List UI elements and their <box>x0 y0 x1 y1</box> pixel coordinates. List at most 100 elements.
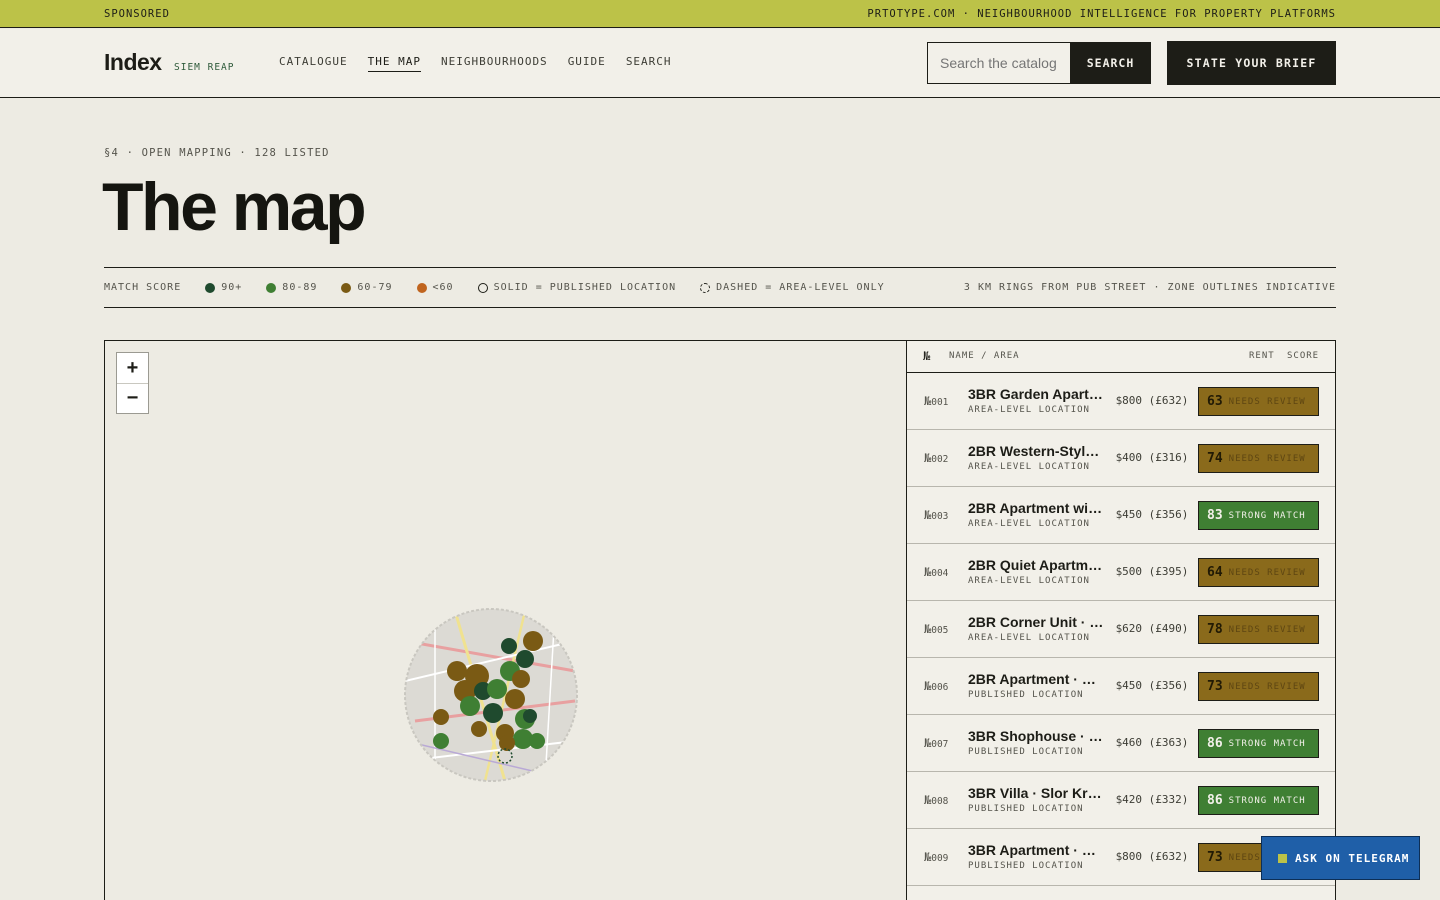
map-graphic[interactable] <box>105 341 906 900</box>
score-badge: 64 NEEDS REVIEW <box>1198 558 1319 587</box>
score-value: 86 <box>1207 736 1223 751</box>
listing-rent: $500 (£395) <box>1115 565 1189 578</box>
listing-number: №008 <box>924 793 948 807</box>
header-score: SCORE <box>1287 351 1320 361</box>
listing-row[interactable]: №002 2BR Western-Style Apartment AREA-LEVE… <box>907 430 1335 487</box>
listing-location-type: AREA-LEVEL LOCATION <box>968 576 1090 586</box>
marker[interactable] <box>499 735 515 751</box>
listing-name[interactable]: 2BR Western-Style Apartment <box>968 443 1104 459</box>
listing-rent: $400 (£316) <box>1115 451 1189 464</box>
number-value: 008 <box>931 796 949 807</box>
listing-rent: $620 (£490) <box>1115 622 1189 635</box>
listing-rent: $800 (£632) <box>1115 394 1189 407</box>
listing-name[interactable]: 3BR Apartment · Svay Dangkum <box>968 842 1104 858</box>
marker[interactable] <box>483 703 503 723</box>
score-label: NEEDS REVIEW <box>1228 567 1306 578</box>
dot-icon <box>266 282 277 293</box>
marker[interactable] <box>433 709 449 725</box>
section-eyebrow: §4 · OPEN MAPPING · 128 LISTED <box>104 147 330 159</box>
listing-location-type: PUBLISHED LOCATION <box>968 690 1084 700</box>
logo-city: SIEM REAP <box>174 62 235 73</box>
listing-name[interactable]: 3BR Villa · Slor Kram <box>968 785 1104 801</box>
telegram-label: ASK ON TELEGRAM <box>1295 851 1410 865</box>
number-value: 005 <box>931 625 949 636</box>
marker[interactable] <box>471 721 487 737</box>
zoom-out-button[interactable]: − <box>117 383 148 413</box>
sponsor-label: SPONSORED <box>104 7 170 20</box>
ask-telegram-button[interactable]: ASK ON TELEGRAM <box>1261 836 1420 880</box>
search-button[interactable]: SEARCH <box>1070 42 1151 84</box>
marker[interactable] <box>433 733 449 749</box>
listing-row[interactable]: №003 2BR Apartment with Pool AREA-LEVEL LO… <box>907 487 1335 544</box>
listing-number: №006 <box>924 679 948 693</box>
nav-the-map[interactable]: THE MAP <box>367 55 421 72</box>
listing-rent: $800 (£632) <box>1115 850 1189 863</box>
marker[interactable] <box>505 689 525 709</box>
listing-name[interactable]: 2BR Corner Unit · Sala Kamreuk <box>968 614 1104 630</box>
score-badge: 73 NEEDS REVIEW <box>1198 672 1319 701</box>
listing-location-type: AREA-LEVEL LOCATION <box>968 405 1090 415</box>
map-canvas[interactable]: + − <box>104 340 906 900</box>
number-value: 001 <box>931 397 949 408</box>
dot-icon <box>205 282 216 293</box>
nav-search[interactable]: SEARCH <box>626 55 672 72</box>
marker[interactable] <box>501 638 517 654</box>
listing-row[interactable]: №004 2BR Quiet Apartment · Svay Dangkum AR… <box>907 544 1335 601</box>
listing-location-type: PUBLISHED LOCATION <box>968 804 1084 814</box>
legend-dashed-label: DASHED = AREA-LEVEL ONLY <box>716 282 885 293</box>
listing-name[interactable]: 2BR Apartment with Pool <box>968 500 1104 516</box>
marker[interactable] <box>516 650 534 668</box>
nav-guide[interactable]: GUIDE <box>568 55 606 72</box>
listing-number: №001 <box>924 394 948 408</box>
legend-label: MATCH SCORE <box>104 282 182 293</box>
logo[interactable]: Index <box>104 49 162 76</box>
number-value: 004 <box>931 568 949 579</box>
legend-dashed: DASHED = AREA-LEVEL ONLY <box>700 282 885 293</box>
marker[interactable] <box>487 679 507 699</box>
listing-name[interactable]: 2BR Quiet Apartment · Svay Dangkum <box>968 557 1104 573</box>
marker[interactable] <box>460 696 480 716</box>
nav-neighbourhoods[interactable]: NEIGHBOURHOODS <box>441 55 548 72</box>
listing-number: №004 <box>924 565 948 579</box>
score-value: 64 <box>1207 565 1223 580</box>
listing-location-type: AREA-LEVEL LOCATION <box>968 519 1090 529</box>
dot-icon <box>341 282 352 293</box>
listing-location-type: AREA-LEVEL LOCATION <box>968 462 1090 472</box>
listing-row[interactable]: №008 3BR Villa · Slor Kram PUBLISHED LOCAT… <box>907 772 1335 829</box>
score-label: NEEDS REVIEW <box>1228 453 1306 464</box>
listing-rent: $450 (£356) <box>1115 508 1189 521</box>
listing-name[interactable]: 3BR Garden Apartment · Wat Bo <box>968 386 1104 402</box>
marker[interactable] <box>512 670 530 688</box>
sponsor-link[interactable]: PRTOTYPE.COM · NEIGHBOURHOOD INTELLIGENC… <box>867 8 1336 20</box>
listing-location-type: PUBLISHED LOCATION <box>968 747 1084 757</box>
listing-row[interactable]: №006 2BR Apartment · Slor Kram PUBLISHED L… <box>907 658 1335 715</box>
score-badge: 86 STRONG MATCH <box>1198 786 1319 815</box>
zoom-in-button[interactable]: + <box>117 353 148 383</box>
header-name-area: NAME / AREA <box>949 351 1020 361</box>
marker[interactable] <box>529 733 545 749</box>
listing-row[interactable]: №005 2BR Corner Unit · Sala Kamreuk AREA-L… <box>907 601 1335 658</box>
listing-rent: $460 (£363) <box>1115 736 1189 749</box>
search-input[interactable] <box>927 42 1071 84</box>
legend-solid: SOLID = PUBLISHED LOCATION <box>477 282 677 293</box>
score-badge: 74 NEEDS REVIEW <box>1198 444 1319 473</box>
score-value: 73 <box>1207 679 1223 694</box>
legend-solid-label: SOLID = PUBLISHED LOCATION <box>493 282 677 293</box>
number-value: 009 <box>931 853 949 864</box>
legend-tier-80: 80-89 <box>266 282 317 293</box>
marker[interactable] <box>523 631 543 651</box>
score-value: 86 <box>1207 793 1223 808</box>
score-label: NEEDS REVIEW <box>1228 624 1306 635</box>
score-badge: 63 NEEDS REVIEW <box>1198 387 1319 416</box>
nav-catalogue[interactable]: CATALOGUE <box>279 55 348 72</box>
listing-row[interactable]: №007 3BR Shophouse · Wat Damnak PUBLISHED … <box>907 715 1335 772</box>
score-value: 73 <box>1207 850 1223 865</box>
listing-name[interactable]: 3BR Shophouse · Wat Damnak <box>968 728 1104 744</box>
marker[interactable] <box>447 661 467 681</box>
marker[interactable] <box>523 709 537 723</box>
score-badge: 83 STRONG MATCH <box>1198 501 1319 530</box>
state-brief-button[interactable]: STATE YOUR BRIEF <box>1167 41 1336 85</box>
legend-tier-below-60: <60 <box>416 282 454 293</box>
listing-name[interactable]: 2BR Apartment · Slor Kram <box>968 671 1104 687</box>
listing-row[interactable]: №001 3BR Garden Apartment · Wat Bo AREA-LE… <box>907 373 1335 430</box>
